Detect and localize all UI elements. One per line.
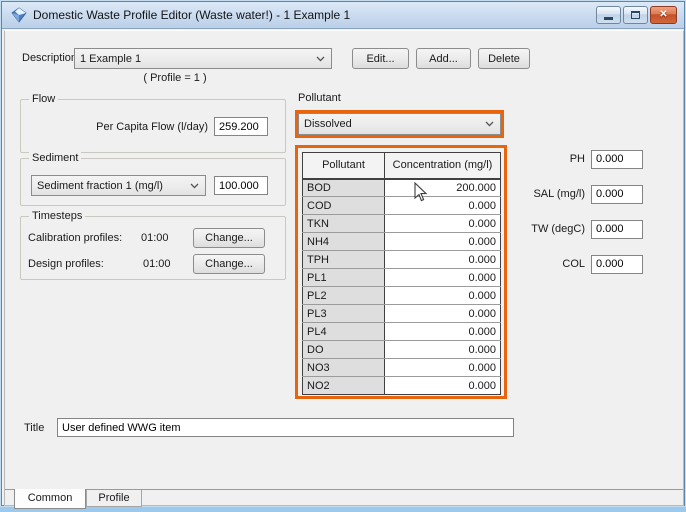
scalar-field-input[interactable] (591, 184, 643, 204)
tab-common[interactable]: Common (14, 489, 86, 509)
per-capita-flow-input[interactable] (214, 117, 268, 136)
edit-button[interactable]: Edit... (352, 48, 409, 69)
close-icon: ✕ (659, 9, 668, 20)
concentration-cell[interactable]: 0.000 (384, 340, 501, 359)
scalar-field-row: COL (465, 254, 645, 274)
concentration-cell[interactable]: 0.000 (384, 322, 501, 341)
pollutant-name-cell: NO2 (302, 376, 385, 395)
table-row: DO 0.000 (302, 340, 501, 359)
pollutant-name-cell: PL1 (302, 268, 385, 287)
concentration-cell[interactable]: 0.000 (384, 286, 501, 305)
sediment-fraction-combobox[interactable]: Sediment fraction 1 (mg/l) (31, 175, 206, 196)
flow-groupbox: Flow Per Capita Flow (l/day) (20, 93, 286, 153)
window-title: Domestic Waste Profile Editor (Waste wat… (33, 8, 351, 22)
table-row: NO3 0.000 (302, 358, 501, 377)
scalar-field-label: COL (562, 258, 585, 270)
design-profiles-value: 01:00 (143, 258, 171, 270)
minimize-button[interactable] (596, 6, 621, 24)
table-row: PL2 0.000 (302, 286, 501, 305)
maximize-button[interactable] (623, 6, 648, 24)
change-design-button[interactable]: Change... (193, 254, 265, 274)
pollutant-phase-value: Dissolved (304, 118, 352, 130)
concentration-cell[interactable]: 0.000 (384, 304, 501, 323)
sediment-concentration-input[interactable] (214, 176, 268, 195)
maximize-icon (631, 11, 640, 19)
change-calibration-button[interactable]: Change... (193, 228, 265, 248)
pollutant-column-header: Pollutant (302, 152, 385, 180)
calibration-profiles-value: 01:00 (141, 232, 169, 244)
scalar-field-label: SAL (mg/l) (533, 188, 585, 200)
chevron-down-icon (190, 183, 199, 189)
pollutant-phase-combobox[interactable]: Dissolved (298, 113, 501, 135)
title-input[interactable] (57, 418, 514, 437)
description-combobox-value: 1 Example 1 (80, 52, 142, 65)
scalar-field-row: TW (degC) (465, 219, 645, 239)
concentration-cell[interactable]: 0.000 (384, 376, 501, 395)
sediment-fraction-value: Sediment fraction 1 (mg/l) (37, 179, 163, 192)
pollutant-name-cell: TPH (302, 250, 385, 269)
pollutant-name-cell: BOD (302, 178, 385, 197)
sediment-groupbox: Sediment Sediment fraction 1 (mg/l) (20, 152, 286, 206)
pollutant-name-cell: PL3 (302, 304, 385, 323)
scalar-field-input[interactable] (591, 254, 643, 274)
flow-legend: Flow (29, 93, 59, 105)
scalar-field-label: TW (degC) (531, 223, 585, 235)
pollutant-name-cell: COD (302, 196, 385, 215)
per-capita-flow-label: Per Capita Flow (l/day) (96, 121, 208, 133)
table-row: PL4 0.000 (302, 322, 501, 341)
dialog-client-area: Description 1 Example 1 ( Profile = 1 ) … (4, 30, 684, 509)
add-button[interactable]: Add... (416, 48, 471, 69)
sediment-legend: Sediment (29, 152, 82, 164)
scalar-field-row: SAL (mg/l) (465, 184, 645, 204)
concentration-cell[interactable]: 0.000 (384, 358, 501, 377)
table-row: PL3 0.000 (302, 304, 501, 323)
timesteps-groupbox: Timesteps Calibration profiles: 01:00 Ch… (20, 210, 286, 280)
scalar-field-input[interactable] (591, 149, 643, 169)
tab-strip: Common Profile (5, 489, 683, 509)
pollutant-name-cell: DO (302, 340, 385, 359)
pollutant-name-cell: PL4 (302, 322, 385, 341)
pollutant-name-cell: TKN (302, 214, 385, 233)
pollutant-combo-highlight: Dissolved (295, 110, 504, 138)
titlebar[interactable]: Domestic Waste Profile Editor (Waste wat… (2, 2, 684, 29)
chevron-down-icon (316, 56, 325, 62)
dialog-window: Domestic Waste Profile Editor (Waste wat… (1, 1, 685, 509)
profile-note: ( Profile = 1 ) (143, 72, 207, 84)
scalar-field-input[interactable] (591, 219, 643, 239)
design-profiles-label: Design profiles: (28, 258, 104, 270)
tab-profile[interactable]: Profile (86, 490, 142, 507)
pollutant-name-cell: NH4 (302, 232, 385, 251)
pollutant-table-body: BOD 200.000 COD 0.000 TKN 0.000 NH4 0.000 TPH 0.0… (302, 178, 501, 395)
description-label: Description (22, 52, 78, 64)
app-icon (11, 7, 27, 23)
pollutant-name-cell: NO3 (302, 358, 385, 377)
delete-button[interactable]: Delete (478, 48, 530, 69)
minimize-icon (604, 17, 613, 20)
close-button[interactable]: ✕ (650, 6, 677, 24)
table-row: NO2 0.000 (302, 376, 501, 395)
title-field-label: Title (24, 422, 45, 434)
pollutant-name-cell: PL2 (302, 286, 385, 305)
scalar-field-label: PH (569, 153, 585, 165)
cursor-pointer (414, 182, 428, 202)
calibration-profiles-label: Calibration profiles: (28, 232, 123, 244)
scalar-field-row: PH (465, 149, 645, 169)
description-combobox[interactable]: 1 Example 1 (74, 48, 332, 69)
pollutant-section-label: Pollutant (298, 92, 341, 104)
chevron-down-icon (485, 121, 494, 127)
timesteps-legend: Timesteps (29, 210, 86, 222)
